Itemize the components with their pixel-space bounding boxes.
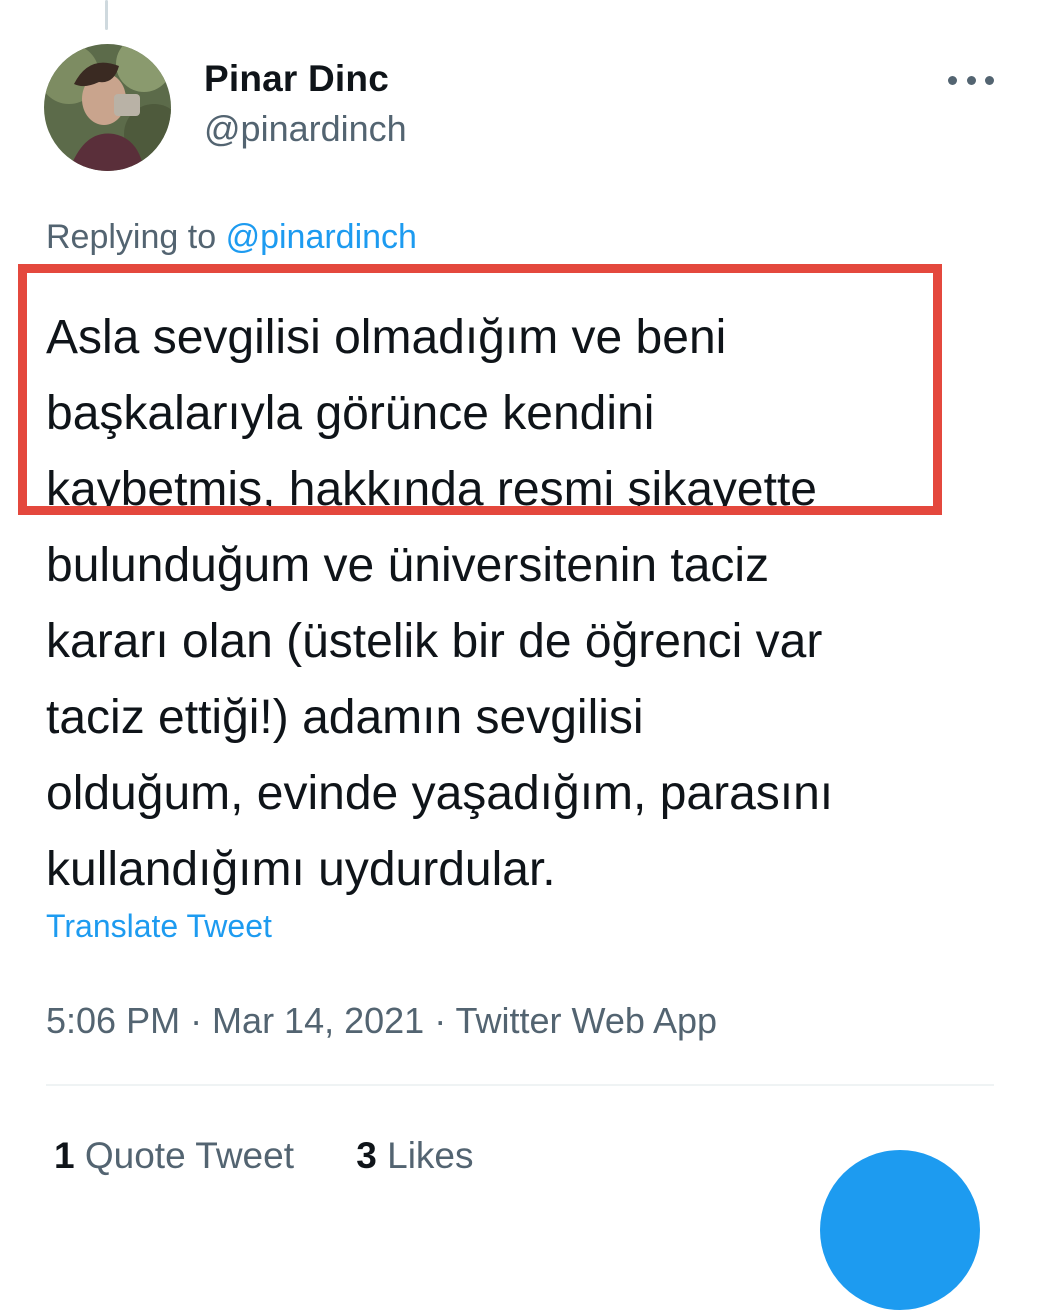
more-dot	[948, 75, 957, 85]
thread-connector-line	[105, 0, 108, 30]
more-horizontal-icon[interactable]	[948, 62, 994, 98]
compose-fab[interactable]	[820, 1150, 980, 1310]
author-handle[interactable]: @pinardinch	[204, 108, 407, 150]
tweet-text-line: kaybetmiş, hakkında resmi şikayette	[46, 463, 817, 516]
like-label: Likes	[387, 1135, 474, 1176]
avatar-photo	[44, 44, 171, 171]
tweet-text: Asla sevgilisi olmadığım ve beni başkala…	[46, 300, 1006, 908]
replying-prefix: Replying to	[46, 218, 217, 256]
more-dot	[985, 75, 994, 85]
like-count: 3	[356, 1135, 377, 1176]
replying-to: Replying to @pinardinch	[46, 218, 417, 257]
quote-tweets-stat[interactable]: 1 Quote Tweet	[54, 1135, 294, 1176]
tweet-metadata: 5:06 PM · Mar 14, 2021 · Twitter Web App	[46, 1000, 717, 1041]
tweet-text-line: taciz ettiği!) adamın sevgilisi	[46, 691, 644, 744]
likes-stat[interactable]: 3 Likes	[356, 1135, 473, 1176]
replying-mention-link[interactable]: @pinardinch	[226, 218, 417, 256]
divider	[46, 1084, 994, 1086]
quote-count: 1	[54, 1135, 75, 1176]
translate-tweet-link[interactable]: Translate Tweet	[46, 908, 272, 945]
tweet-stats: 1 Quote Tweet 3 Likes	[54, 1135, 526, 1177]
tweet-text-line: kararı olan (üstelik bir de öğrenci var	[46, 615, 823, 668]
tweet-text-line: kullandığımı uydurdular.	[46, 843, 556, 896]
tweet-text-line: Asla sevgilisi olmadığım ve beni	[46, 311, 727, 364]
tweet-text-line: olduğum, evinde yaşadığım, parasını	[46, 767, 834, 820]
more-dot	[966, 75, 976, 85]
author-name[interactable]: Pinar Dinc	[204, 58, 389, 100]
tweet-text-line: başkalarıyla görünce kendini	[46, 387, 655, 440]
avatar[interactable]	[44, 44, 171, 171]
quote-label: Quote Tweet	[84, 1135, 294, 1176]
tweet-text-line: bulunduğum ve üniversitenin taciz	[46, 539, 770, 592]
